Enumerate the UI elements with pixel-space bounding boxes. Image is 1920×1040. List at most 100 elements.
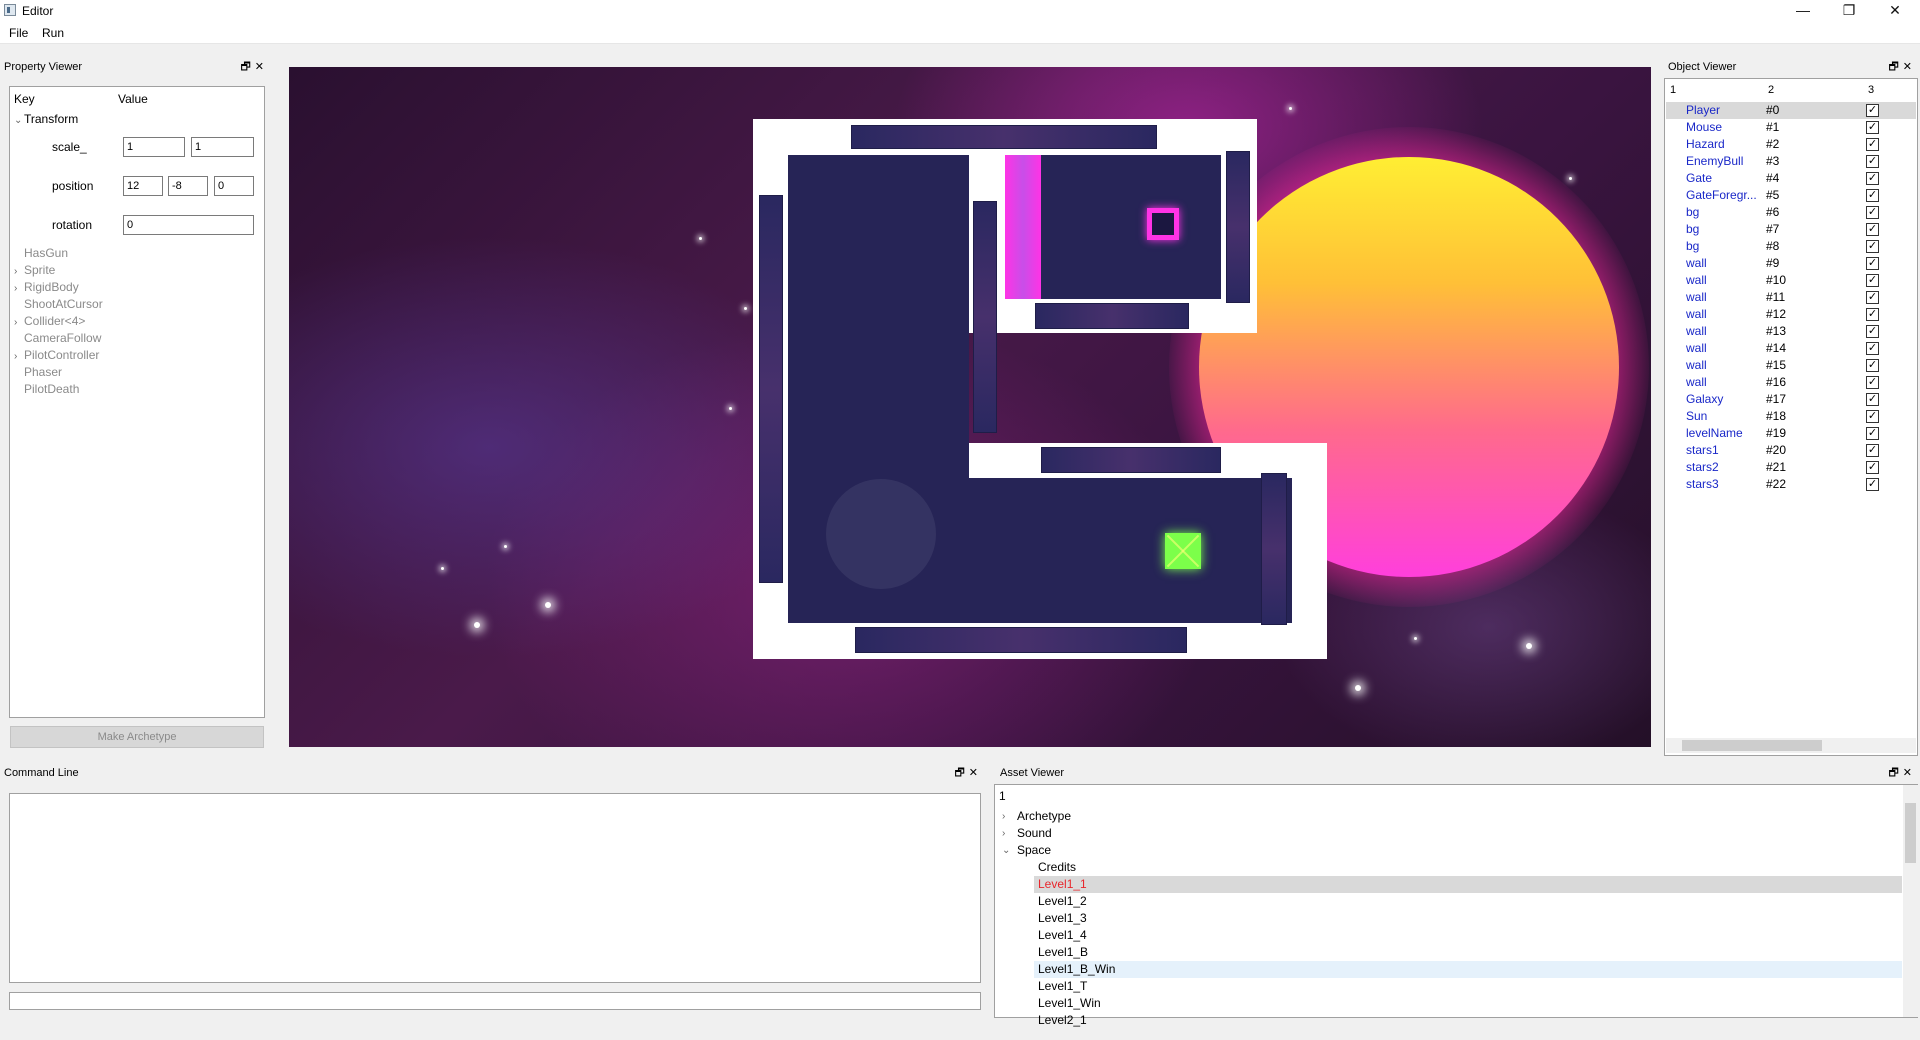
object-row[interactable]: wall #14 ✓ bbox=[1666, 340, 1916, 357]
object-row[interactable]: wall #12 ✓ bbox=[1666, 306, 1916, 323]
object-viewer-dock-buttons[interactable]: 🗗✕ bbox=[1888, 58, 1916, 76]
visible-checkbox[interactable]: ✓ bbox=[1866, 376, 1879, 389]
object-row[interactable]: bg #8 ✓ bbox=[1666, 238, 1916, 255]
scroll-thumb[interactable] bbox=[1682, 740, 1822, 751]
visible-checkbox[interactable]: ✓ bbox=[1866, 121, 1879, 134]
minimize-button[interactable]: — bbox=[1780, 0, 1826, 22]
visible-checkbox[interactable]: ✓ bbox=[1866, 206, 1879, 219]
rotation-input[interactable]: 0 bbox=[123, 215, 254, 235]
component-row[interactable]: › PilotController bbox=[14, 348, 99, 362]
object-row[interactable]: wall #11 ✓ bbox=[1666, 289, 1916, 306]
scale-x-input[interactable]: 1 bbox=[123, 137, 185, 157]
chevron-right-icon[interactable]: › bbox=[14, 283, 24, 294]
object-row[interactable]: bg #7 ✓ bbox=[1666, 221, 1916, 238]
asset-vscrollbar[interactable] bbox=[1903, 785, 1918, 1017]
object-row[interactable]: GateForegr... #5 ✓ bbox=[1666, 187, 1916, 204]
chevron-right-icon[interactable]: › bbox=[1002, 808, 1005, 825]
component-row[interactable]: › RigidBody bbox=[14, 280, 79, 294]
component-row[interactable]: › Collider<4> bbox=[14, 314, 85, 328]
position-x-input[interactable]: 12 bbox=[123, 176, 163, 196]
position-y-input[interactable]: -8 bbox=[168, 176, 208, 196]
scene-viewport[interactable] bbox=[289, 67, 1651, 747]
object-row[interactable]: EnemyBull #3 ✓ bbox=[1666, 153, 1916, 170]
position-z-input[interactable]: 0 bbox=[214, 176, 254, 196]
object-viewer-titlebar[interactable]: Object Viewer 🗗✕ bbox=[1664, 58, 1920, 76]
scale-y-input[interactable]: 1 bbox=[191, 137, 254, 157]
object-row[interactable]: wall #10 ✓ bbox=[1666, 272, 1916, 289]
asset-item[interactable]: Level1_T bbox=[1034, 978, 1902, 995]
visible-checkbox[interactable]: ✓ bbox=[1866, 359, 1879, 372]
chevron-right-icon[interactable]: › bbox=[14, 317, 24, 328]
scroll-thumb[interactable] bbox=[1905, 803, 1916, 863]
command-output[interactable] bbox=[9, 793, 981, 983]
chevron-down-icon[interactable]: ⌄ bbox=[1002, 842, 1010, 859]
command-line-titlebar[interactable]: Command Line 🗗✕ bbox=[0, 764, 986, 782]
asset-col-1[interactable]: 1 bbox=[999, 789, 1006, 803]
visible-checkbox[interactable]: ✓ bbox=[1866, 325, 1879, 338]
object-row[interactable]: Galaxy #17 ✓ bbox=[1666, 391, 1916, 408]
object-row[interactable]: wall #16 ✓ bbox=[1666, 374, 1916, 391]
visible-checkbox[interactable]: ✓ bbox=[1866, 172, 1879, 185]
visible-checkbox[interactable]: ✓ bbox=[1866, 291, 1879, 304]
visible-checkbox[interactable]: ✓ bbox=[1866, 189, 1879, 202]
asset-folder[interactable]: › Archetype bbox=[996, 808, 1906, 825]
component-row[interactable]: HasGun bbox=[14, 246, 68, 260]
visible-checkbox[interactable]: ✓ bbox=[1866, 393, 1879, 406]
component-row[interactable]: CameraFollow bbox=[14, 331, 101, 345]
visible-checkbox[interactable]: ✓ bbox=[1866, 223, 1879, 236]
visible-checkbox[interactable]: ✓ bbox=[1866, 342, 1879, 355]
visible-checkbox[interactable]: ✓ bbox=[1866, 138, 1879, 151]
object-col-3[interactable]: 3 bbox=[1868, 84, 1874, 96]
command-input[interactable] bbox=[9, 992, 981, 1010]
object-col-2[interactable]: 2 bbox=[1768, 84, 1774, 96]
asset-item[interactable]: Level1_2 bbox=[1034, 893, 1902, 910]
chevron-right-icon[interactable]: › bbox=[14, 266, 24, 277]
visible-checkbox[interactable]: ✓ bbox=[1866, 257, 1879, 270]
chevron-down-icon[interactable]: ⌄ bbox=[14, 115, 24, 126]
property-viewer-titlebar[interactable]: Property Viewer 🗗✕ bbox=[0, 58, 272, 76]
object-row[interactable]: Player #0 ✓ bbox=[1666, 102, 1916, 119]
object-row[interactable]: Sun #18 ✓ bbox=[1666, 408, 1916, 425]
asset-item[interactable]: Level1_3 bbox=[1034, 910, 1902, 927]
component-row[interactable]: ShootAtCursor bbox=[14, 297, 103, 311]
chevron-right-icon[interactable]: › bbox=[1002, 825, 1005, 842]
asset-item[interactable]: Level1_B_Win bbox=[1034, 961, 1902, 978]
visible-checkbox[interactable]: ✓ bbox=[1866, 155, 1879, 168]
component-row[interactable]: Phaser bbox=[14, 365, 62, 379]
visible-checkbox[interactable]: ✓ bbox=[1866, 410, 1879, 423]
visible-checkbox[interactable]: ✓ bbox=[1866, 427, 1879, 440]
asset-item[interactable]: Level1_B bbox=[1034, 944, 1902, 961]
object-row[interactable]: stars3 #22 ✓ bbox=[1666, 476, 1916, 493]
object-row[interactable]: bg #6 ✓ bbox=[1666, 204, 1916, 221]
object-row[interactable]: Gate #4 ✓ bbox=[1666, 170, 1916, 187]
visible-checkbox[interactable]: ✓ bbox=[1866, 274, 1879, 287]
visible-checkbox[interactable]: ✓ bbox=[1866, 104, 1879, 117]
asset-folder[interactable]: › Sound bbox=[996, 825, 1906, 842]
asset-item[interactable]: Level1_1 bbox=[1034, 876, 1902, 893]
object-row[interactable]: wall #13 ✓ bbox=[1666, 323, 1916, 340]
component-row[interactable]: PilotDeath bbox=[14, 382, 79, 396]
player[interactable] bbox=[1147, 208, 1179, 240]
visible-checkbox[interactable]: ✓ bbox=[1866, 461, 1879, 474]
menu-run[interactable]: Run bbox=[42, 26, 64, 40]
object-row[interactable]: stars2 #21 ✓ bbox=[1666, 459, 1916, 476]
transform-node[interactable]: ⌄ Transform bbox=[14, 112, 78, 126]
object-hscrollbar[interactable] bbox=[1666, 738, 1916, 753]
object-row[interactable]: Hazard #2 ✓ bbox=[1666, 136, 1916, 153]
command-line-dock-buttons[interactable]: 🗗✕ bbox=[954, 764, 982, 782]
asset-folder[interactable]: ⌄ Space bbox=[996, 842, 1906, 859]
close-button[interactable]: ✕ bbox=[1872, 0, 1918, 22]
make-archetype-button[interactable]: Make Archetype bbox=[10, 726, 264, 748]
visible-checkbox[interactable]: ✓ bbox=[1866, 444, 1879, 457]
object-row[interactable]: levelName #19 ✓ bbox=[1666, 425, 1916, 442]
object-col-1[interactable]: 1 bbox=[1670, 84, 1676, 96]
asset-viewer-dock-buttons[interactable]: 🗗✕ bbox=[1888, 764, 1916, 782]
object-row[interactable]: wall #9 ✓ bbox=[1666, 255, 1916, 272]
component-row[interactable]: › Sprite bbox=[14, 263, 55, 277]
asset-item[interactable]: Credits bbox=[1034, 859, 1902, 876]
asset-item[interactable]: Level1_4 bbox=[1034, 927, 1902, 944]
property-viewer-dock-buttons[interactable]: 🗗✕ bbox=[240, 58, 268, 76]
visible-checkbox[interactable]: ✓ bbox=[1866, 240, 1879, 253]
restore-button[interactable]: ❐ bbox=[1826, 0, 1872, 22]
object-row[interactable]: wall #15 ✓ bbox=[1666, 357, 1916, 374]
